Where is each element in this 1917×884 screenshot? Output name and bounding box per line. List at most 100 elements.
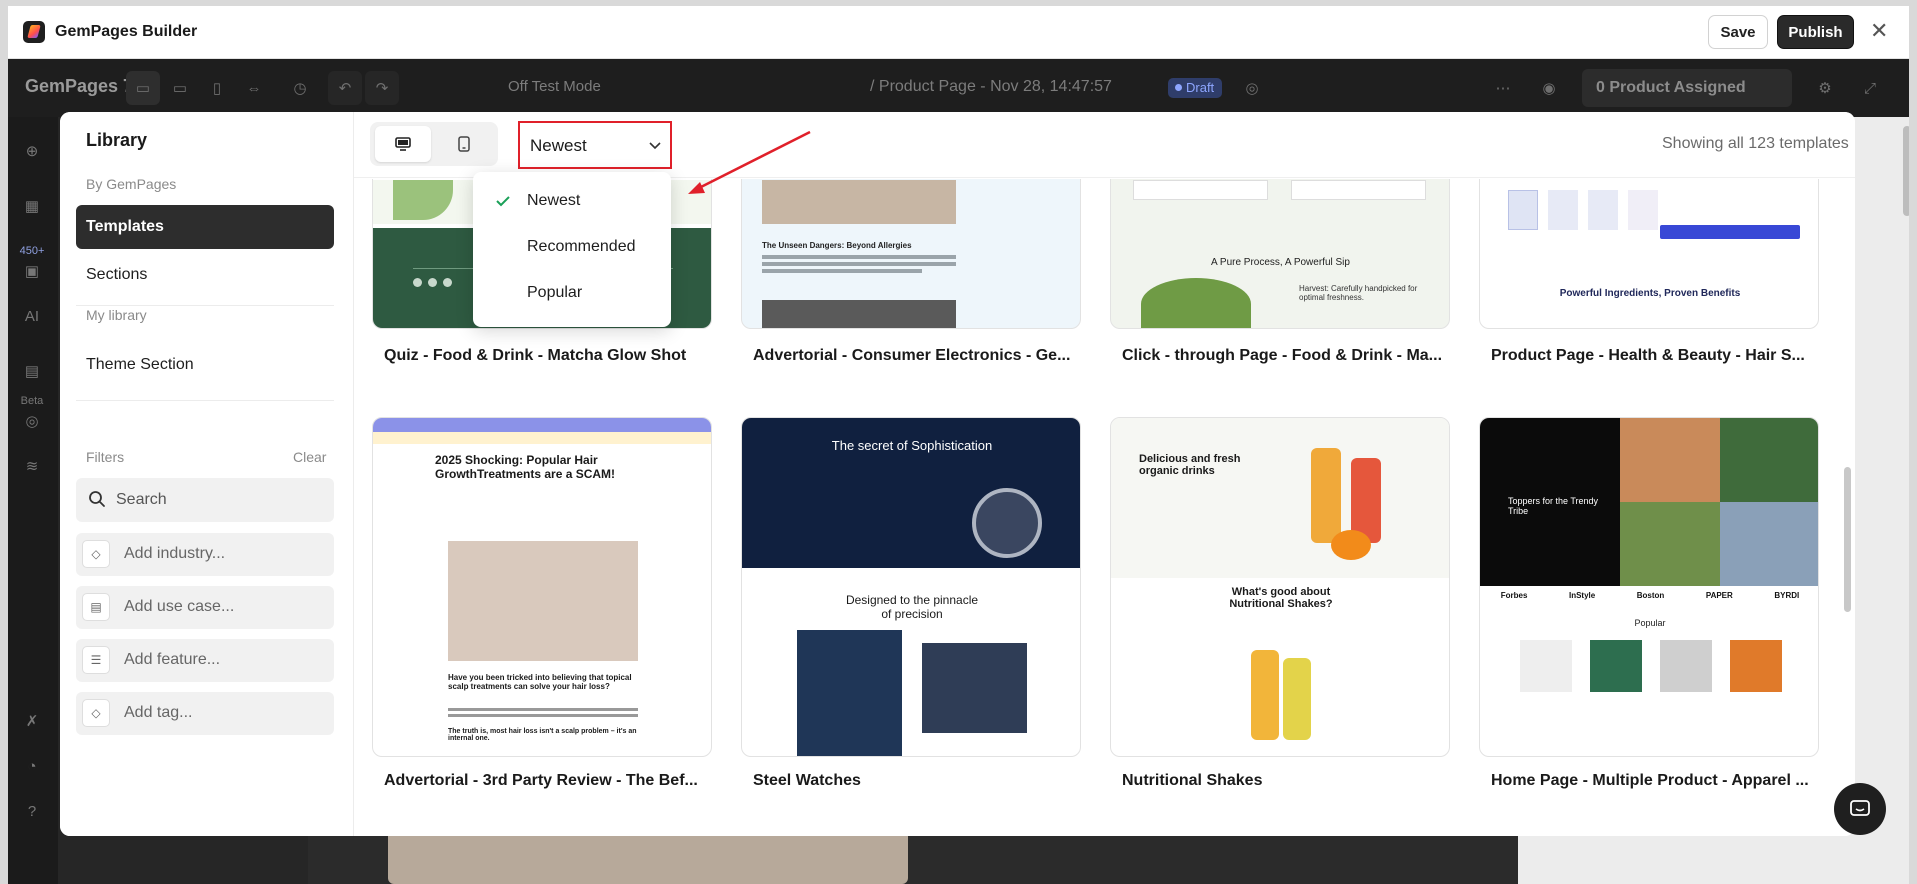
preview-eye-icon[interactable]: ◉ [1532, 71, 1566, 105]
brand-label: Forbes [1500, 590, 1528, 600]
help-icon[interactable]: ? [18, 797, 46, 825]
canvas-scrollbar[interactable] [1903, 126, 1909, 216]
template-thumbnail[interactable]: The Unseen Dangers: Beyond Allergies [741, 179, 1081, 329]
thumb-heading: A Pure Process, A Powerful Sip [1211, 257, 1350, 268]
thumb-heading: Toppers for the Trendy Tribe [1508, 496, 1599, 516]
template-title[interactable]: Steel Watches [753, 772, 1083, 790]
device-toggle [370, 122, 498, 166]
settings-gear-icon[interactable]: ⚙ [1808, 71, 1842, 105]
redo-icon[interactable]: ↷ [365, 71, 399, 105]
save-button[interactable]: Save [1708, 15, 1768, 49]
thumb-subtext: What's good about Nutritional Shakes? [1229, 586, 1333, 610]
pages-icon[interactable]: ▤ [18, 357, 46, 385]
feature-filter-label: Add feature... [124, 651, 221, 668]
thumb-heading: The Unseen Dangers: Beyond Allergies [762, 241, 912, 250]
chat-icon [1850, 800, 1870, 816]
divider [76, 305, 334, 306]
tracking-icon[interactable]: ◎ [18, 407, 46, 435]
x-icon[interactable]: ✗ [18, 707, 46, 735]
sidebar-item-sections[interactable]: Sections [76, 253, 334, 297]
sort-option-popular[interactable]: Popular [473, 273, 671, 313]
sort-select-value: Newest [530, 136, 587, 155]
template-title[interactable]: Advertorial - 3rd Party Review - The Bef… [384, 772, 714, 790]
thumb-heading: Delicious and fresh organic drinks [1139, 453, 1241, 477]
clear-filters-button[interactable]: Clear [293, 449, 326, 465]
desktop-preview-button[interactable] [375, 126, 431, 162]
test-mode-select[interactable]: Off Test Mode [508, 78, 601, 95]
search-input[interactable] [116, 478, 326, 522]
title-bar: GemPages Builder Save Publish ✕ [8, 6, 1909, 59]
tag-icon: ◇ [82, 540, 110, 568]
brand-label: Boston [1636, 590, 1665, 600]
template-title[interactable]: Click - through Page - Food & Drink - Ma… [1122, 347, 1452, 365]
tag-filter-label: Add tag... [124, 704, 193, 721]
template-title[interactable]: Nutritional Shakes [1122, 772, 1452, 790]
tablet-view-icon[interactable]: ▭ [163, 71, 197, 105]
sort-select[interactable]: Newest [518, 121, 672, 169]
template-thumbnail[interactable]: 2025 Shocking: Popular Hair GrowthTreatm… [372, 417, 712, 757]
template-thumbnail[interactable]: Delicious and fresh organic drinks What'… [1110, 417, 1450, 757]
library-modal: Library By GemPages Templates Sections M… [60, 112, 1855, 836]
desktop-view-icon[interactable]: ▭ [126, 71, 160, 105]
speed-icon[interactable]: ◔ [18, 752, 46, 780]
template-thumbnail[interactable]: Toppers for the Trendy Tribe Forbes InSt… [1479, 417, 1819, 757]
sort-option-recommended[interactable]: Recommended [473, 227, 671, 267]
library-sidebar: Library By GemPages Templates Sections M… [60, 112, 354, 836]
history-icon[interactable]: ◷ [283, 71, 317, 105]
sidebar-item-theme-section[interactable]: Theme Section [76, 343, 334, 387]
grid-scrollbar[interactable] [1844, 467, 1851, 612]
search-icon [89, 491, 105, 507]
fullscreen-icon[interactable]: ⤢ [1853, 71, 1887, 105]
brand-label: PAPER [1705, 590, 1733, 600]
tag-icon: ◇ [82, 699, 110, 727]
ai-icon[interactable]: AI [18, 302, 46, 330]
template-title[interactable]: Product Page - Health & Beauty - Hair S.… [1491, 347, 1821, 365]
globe-icon[interactable]: ◎ [1235, 71, 1269, 105]
brand-label: InStyle [1568, 590, 1596, 600]
use-case-filter[interactable]: ▤ Add use case... [76, 586, 334, 629]
feature-filter[interactable]: ☰ Add feature... [76, 639, 334, 682]
window-title: GemPages Builder [55, 23, 198, 40]
templates-icon[interactable]: ▣ [18, 257, 46, 285]
page-title-select[interactable]: / Product Page - Nov 28, 14:47:57 [870, 78, 1112, 96]
template-title[interactable]: Advertorial - Consumer Electronics - Ge.… [753, 347, 1083, 365]
divider [76, 400, 334, 401]
template-title[interactable]: Home Page - Multiple Product - Apparel .… [1491, 772, 1821, 790]
thumb-heading: Powerful Ingredients, Proven Benefits [1559, 288, 1741, 299]
filters-label: Filters [86, 449, 125, 465]
sort-option-label: Recommended [527, 238, 636, 255]
chat-support-button[interactable] [1834, 783, 1886, 835]
publish-button[interactable]: Publish [1777, 15, 1854, 49]
template-thumbnail[interactable]: Powerful Ingredients, Proven Benefits [1479, 179, 1819, 329]
template-thumbnail[interactable]: A Pure Process, A Powerful Sip Harvest: … [1110, 179, 1450, 329]
tag-filter[interactable]: ◇ Add tag... [76, 692, 334, 735]
sort-option-label: Popular [527, 284, 583, 301]
mobile-view-icon[interactable]: ▯ [200, 71, 234, 105]
more-icon[interactable]: ⋯ [1486, 71, 1520, 105]
sliders-icon: ☰ [82, 646, 110, 674]
library-title: Library [86, 130, 148, 150]
fit-view-icon[interactable]: ⇔ [237, 71, 271, 105]
gempages-logo-icon [23, 21, 45, 43]
template-title[interactable]: Quiz - Food & Drink - Matcha Glow Shot [384, 347, 714, 365]
elements-icon[interactable]: ▦ [18, 192, 46, 220]
close-icon[interactable]: ✕ [1870, 20, 1888, 42]
my-library-label: My library [86, 307, 147, 323]
layers-icon[interactable]: ≋ [18, 452, 46, 480]
sidebar-item-templates[interactable]: Templates [76, 205, 334, 249]
mobile-preview-button[interactable] [436, 126, 492, 162]
add-icon[interactable]: ⊕ [18, 137, 46, 165]
thumb-subtext: Have you been tricked into believing tha… [448, 673, 632, 691]
editor-brand: GemPages 7 [25, 76, 134, 96]
thumb-subtext: Designed to the pinnacle of precision [845, 593, 979, 621]
industry-filter[interactable]: ◇ Add industry... [76, 533, 334, 576]
chevron-down-icon [649, 142, 661, 150]
undo-icon[interactable]: ↶ [328, 71, 362, 105]
document-icon: ▤ [82, 593, 110, 621]
template-thumbnail[interactable]: The secret of Sophistication Designed to… [741, 417, 1081, 757]
editor-toolbar: GemPages 7 ▭ ▭ ▯ ⇔ ◷ ↶ ↷ Off Test Mode /… [8, 59, 1909, 117]
product-assigned-select[interactable]: 0 Product Assigned [1582, 69, 1792, 107]
search-box [76, 478, 334, 522]
sort-option-newest[interactable]: Newest [473, 181, 671, 221]
brand-label: BYRDI [1774, 590, 1800, 600]
